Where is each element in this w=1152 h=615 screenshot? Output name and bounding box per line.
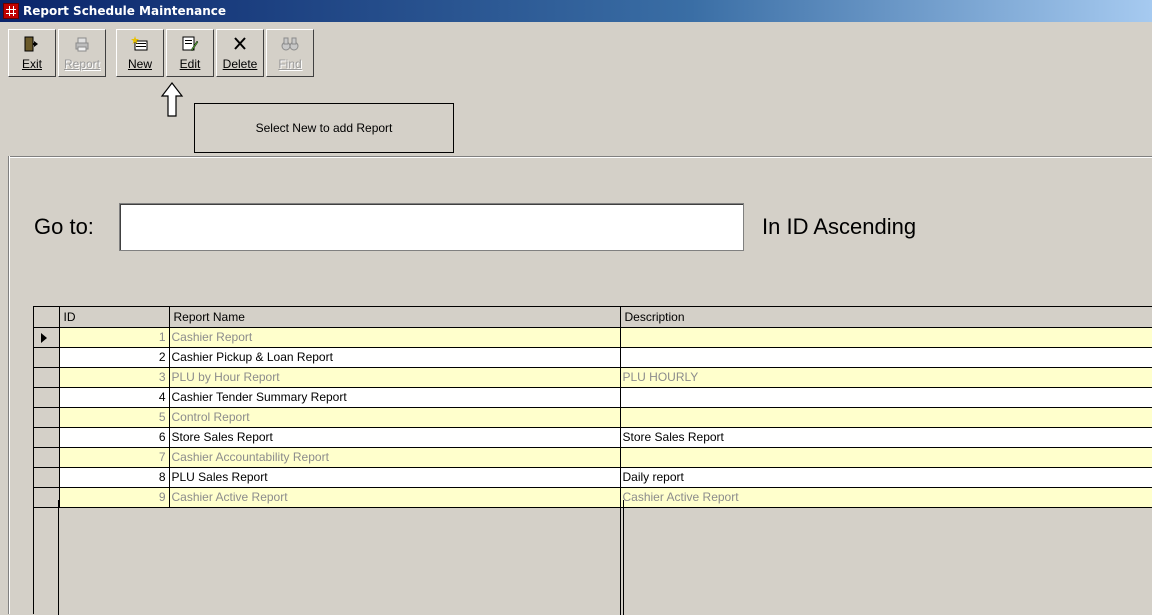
cell-report-name[interactable]: Control Report <box>169 407 621 428</box>
edit-button[interactable]: Edit <box>166 29 214 77</box>
table-row[interactable]: 1 Cashier Report <box>34 327 1152 348</box>
cell-description[interactable]: Store Sales Report <box>620 427 1152 448</box>
row-selector[interactable] <box>34 467 60 488</box>
cell-id[interactable]: 7 <box>59 447 170 468</box>
app-icon <box>3 3 19 19</box>
edit-record-icon <box>179 34 201 54</box>
sort-order-label: In ID Ascending <box>762 214 917 239</box>
goto-input[interactable] <box>119 203 744 251</box>
cell-description[interactable]: PLU HOURLY <box>620 367 1152 388</box>
cell-description[interactable] <box>620 447 1152 468</box>
exit-label: Exit <box>21 57 42 71</box>
table-row[interactable]: 9 Cashier Active Report Cashier Active R… <box>34 487 1152 508</box>
table-row[interactable]: 3 PLU by Hour Report PLU HOURLY <box>34 367 1152 388</box>
binoculars-icon <box>279 34 301 54</box>
cell-report-name[interactable]: Cashier Report <box>169 327 621 348</box>
table-row[interactable]: 4 Cashier Tender Summary Report <box>34 387 1152 408</box>
title-bar: Report Schedule Maintenance <box>0 0 1152 22</box>
hint-text: Select New to add Report <box>255 121 393 135</box>
row-selector[interactable] <box>34 447 60 468</box>
delete-x-icon <box>229 34 251 54</box>
row-selector[interactable] <box>34 367 60 388</box>
edit-label: Edit <box>179 57 201 71</box>
column-header-description[interactable]: Description <box>620 307 1152 328</box>
cell-id[interactable]: 5 <box>59 407 170 428</box>
cell-id[interactable]: 8 <box>59 467 170 488</box>
exit-button[interactable]: Exit <box>8 29 56 77</box>
current-row-pointer-icon <box>41 332 47 343</box>
cell-id[interactable]: 1 <box>59 327 170 348</box>
hint-callout: Select New to add Report <box>194 103 454 153</box>
cell-description[interactable] <box>620 327 1152 348</box>
column-header-report-name[interactable]: Report Name <box>169 307 621 328</box>
grid-column-line <box>620 500 621 615</box>
cell-id[interactable]: 9 <box>59 487 170 508</box>
table-row[interactable]: 8 PLU Sales Report Daily report <box>34 467 1152 488</box>
table-row[interactable]: 6 Store Sales Report Store Sales Report <box>34 427 1152 448</box>
new-record-icon <box>129 34 151 54</box>
new-label: New <box>127 57 152 71</box>
table-row[interactable]: 2 Cashier Pickup & Loan Report <box>34 347 1152 368</box>
row-selector[interactable] <box>34 387 60 408</box>
cell-report-name[interactable]: PLU Sales Report <box>169 467 621 488</box>
column-header-id[interactable]: ID <box>59 307 170 328</box>
cell-description[interactable] <box>620 387 1152 408</box>
window-title: Report Schedule Maintenance <box>23 4 227 18</box>
report-grid: ID Report Name Description 1 Cashier Rep… <box>33 306 1152 615</box>
goto-label: Go to: <box>34 214 94 239</box>
cell-description[interactable] <box>620 347 1152 368</box>
row-selector[interactable] <box>34 407 60 428</box>
grid-empty-area-left <box>34 500 59 615</box>
cell-report-name[interactable]: Cashier Tender Summary Report <box>169 387 621 408</box>
cell-id[interactable]: 4 <box>59 387 170 408</box>
cell-report-name[interactable]: Cashier Pickup & Loan Report <box>169 347 621 368</box>
cell-id[interactable]: 2 <box>59 347 170 368</box>
up-arrow-icon <box>160 82 184 117</box>
row-selector-header <box>34 307 60 328</box>
cell-id[interactable]: 6 <box>59 427 170 448</box>
report-label: Report <box>63 57 101 71</box>
delete-button[interactable]: Delete <box>216 29 264 77</box>
row-selector[interactable] <box>34 327 60 348</box>
grid-header-row: ID Report Name Description <box>34 307 1152 328</box>
row-selector[interactable] <box>34 347 60 368</box>
row-selector[interactable] <box>34 427 60 448</box>
grid-column-line <box>623 500 624 615</box>
new-button[interactable]: New <box>116 29 164 77</box>
delete-label: Delete <box>222 57 258 71</box>
table-row[interactable]: 7 Cashier Accountability Report <box>34 447 1152 468</box>
cell-report-name[interactable]: Cashier Active Report <box>169 487 621 508</box>
toolbar-separator <box>108 29 114 79</box>
cell-report-name[interactable]: Cashier Accountability Report <box>169 447 621 468</box>
cell-report-name[interactable]: PLU by Hour Report <box>169 367 621 388</box>
panel-divider <box>8 156 1152 158</box>
cell-description[interactable]: Daily report <box>620 467 1152 488</box>
cell-description[interactable]: Cashier Active Report <box>620 487 1152 508</box>
panel-left-edge <box>8 156 10 614</box>
report-button[interactable]: Report <box>58 29 106 77</box>
cell-description[interactable] <box>620 407 1152 428</box>
find-label: Find <box>278 57 302 71</box>
cell-id[interactable]: 3 <box>59 367 170 388</box>
exit-door-icon <box>21 34 43 54</box>
find-button[interactable]: Find <box>266 29 314 77</box>
toolbar: Exit Report New Edit Delete Find <box>8 29 314 79</box>
printer-icon <box>71 34 93 54</box>
table-row[interactable]: 5 Control Report <box>34 407 1152 428</box>
cell-report-name[interactable]: Store Sales Report <box>169 427 621 448</box>
